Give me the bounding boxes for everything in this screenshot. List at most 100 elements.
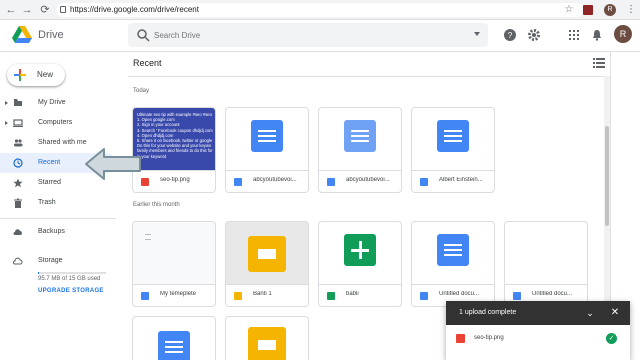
sidebar-item-computers[interactable]: Computers xyxy=(0,113,116,133)
plus-icon xyxy=(14,69,26,81)
section-label-earlier-this-month: Earlier this month xyxy=(133,202,180,208)
doc-thumbnail xyxy=(226,108,308,171)
search-options-icon[interactable] xyxy=(474,32,480,36)
back-icon[interactable]: ← xyxy=(4,3,18,17)
section-label-today: Today xyxy=(133,88,150,94)
file-name: seo-tip.png xyxy=(160,177,190,183)
new-button[interactable]: New xyxy=(7,64,65,86)
file-card[interactable]: My temeplete xyxy=(132,221,216,307)
docs-file-icon xyxy=(234,178,242,186)
browser-menu-icon[interactable]: ⋮ xyxy=(624,3,638,17)
file-card[interactable]: babli xyxy=(318,221,402,307)
scrollbar-thumb[interactable] xyxy=(605,126,609,226)
lock-icon xyxy=(60,6,66,13)
main-divider xyxy=(128,76,604,77)
file-name: babli xyxy=(346,291,359,297)
address-bar[interactable]: https://drive.google.com/drive/recent xyxy=(56,3,584,17)
doc-thumbnail xyxy=(412,222,494,285)
notifications-bell-icon[interactable] xyxy=(590,28,604,42)
sidebar-item-label: My Drive xyxy=(38,99,66,106)
sidebar-item-label: Starred xyxy=(38,179,61,186)
google-docs-icon xyxy=(437,234,469,266)
google-slides-icon xyxy=(248,327,286,360)
browser-toolbar: ← → ⟳ https://drive.google.com/drive/rec… xyxy=(0,0,640,20)
google-slides-icon xyxy=(248,236,286,272)
sheets-file-icon xyxy=(327,292,335,300)
search-input[interactable] xyxy=(154,27,454,43)
upload-toast: 1 upload complete ⌄ ✕ seo-tip.png ✓ xyxy=(446,301,630,360)
file-card[interactable]: Banti 1 xyxy=(225,221,309,307)
collapse-chevron-icon[interactable]: ⌄ xyxy=(584,307,596,319)
docs-file-icon xyxy=(420,292,428,300)
file-card[interactable]: abcyoutubevoi... xyxy=(225,107,309,193)
file-card[interactable]: Untitled docu... xyxy=(504,221,588,307)
doc-thumbnail xyxy=(319,108,401,171)
people-icon xyxy=(14,139,23,147)
search-bar[interactable] xyxy=(128,23,488,47)
file-name: Banti 1 xyxy=(253,291,272,297)
close-icon[interactable]: ✕ xyxy=(609,307,621,319)
slides-file-icon xyxy=(234,292,242,300)
google-docs-icon xyxy=(437,120,469,152)
file-card[interactable]: abcyoutubevoi... xyxy=(318,107,402,193)
browser-profile-avatar[interactable]: R xyxy=(604,4,616,16)
account-avatar[interactable]: R xyxy=(614,25,632,43)
drive-logo-icon[interactable] xyxy=(12,26,32,44)
file-name: abcyoutubevoi... xyxy=(346,177,390,183)
sidebar-item-label: Storage xyxy=(38,257,63,264)
doc-thumbnail xyxy=(505,222,587,285)
upgrade-storage-link[interactable]: UPGRADE STORAGE xyxy=(38,288,104,294)
toast-title: 1 upload complete xyxy=(459,309,517,316)
reload-icon[interactable]: ⟳ xyxy=(38,3,52,17)
file-name: Albert Einstein... xyxy=(439,177,483,183)
file-card[interactable] xyxy=(225,316,309,360)
pointer-arrow-icon xyxy=(85,148,141,180)
expand-caret-icon[interactable] xyxy=(5,101,8,105)
google-docs-icon xyxy=(158,331,190,360)
uploaded-file-name[interactable]: seo-tip.png xyxy=(474,335,504,341)
app-header: Drive ? R xyxy=(0,20,640,52)
apps-grid-icon[interactable] xyxy=(567,28,581,42)
image-thumbnail: Ultimate seo tip with example #seo #seo … xyxy=(133,108,215,171)
page-title: Recent xyxy=(133,58,162,68)
bookmark-star-icon[interactable]: ☆ xyxy=(562,3,576,17)
doc-thumbnail xyxy=(133,222,215,285)
help-icon[interactable]: ? xyxy=(503,28,517,42)
expand-caret-icon[interactable] xyxy=(5,121,8,125)
settings-gear-icon[interactable] xyxy=(527,28,541,42)
url-text: https://drive.google.com/drive/recent xyxy=(70,5,199,14)
file-name: My temeplete xyxy=(160,291,197,297)
file-card[interactable]: Ultimate seo tip with example #seo #seo … xyxy=(132,107,216,193)
sidebar-item-storage[interactable]: Storage xyxy=(0,251,116,271)
upload-complete-check-icon: ✓ xyxy=(606,333,617,344)
doc-thumbnail xyxy=(412,108,494,171)
blank-doc-lines xyxy=(145,234,151,240)
file-name: Untitled docu... xyxy=(439,291,480,297)
storage-progress-bar xyxy=(38,272,106,274)
google-sheets-icon xyxy=(344,234,376,266)
sheet-thumbnail xyxy=(319,222,401,285)
sidebar-item-my-drive[interactable]: My Drive xyxy=(0,93,116,113)
thumb-text-line: in your keyword xyxy=(137,153,167,159)
svg-text:?: ? xyxy=(508,31,513,40)
sidebar-item-trash[interactable]: Trash xyxy=(0,193,116,213)
sidebar-item-backups[interactable]: Backups xyxy=(0,222,116,242)
star-icon xyxy=(13,178,23,188)
file-name: abcyoutubevoi... xyxy=(253,177,297,183)
file-card[interactable]: Untitled docu... xyxy=(411,221,495,307)
docs-file-icon xyxy=(513,292,521,300)
sidebar-divider xyxy=(0,218,116,219)
cloud-icon xyxy=(13,229,22,235)
forward-icon[interactable]: → xyxy=(20,3,34,17)
google-docs-icon xyxy=(344,120,376,152)
clock-icon xyxy=(13,158,23,168)
file-card[interactable] xyxy=(132,316,216,360)
extension-icon[interactable] xyxy=(583,5,593,15)
search-icon[interactable] xyxy=(136,28,150,42)
docs-file-icon xyxy=(141,292,149,300)
file-card[interactable]: Albert Einstein... xyxy=(411,107,495,193)
docs-file-icon xyxy=(327,178,335,186)
list-view-icon[interactable] xyxy=(593,58,605,68)
sidebar-item-label: Shared with me xyxy=(38,139,87,146)
computer-icon xyxy=(13,119,23,127)
